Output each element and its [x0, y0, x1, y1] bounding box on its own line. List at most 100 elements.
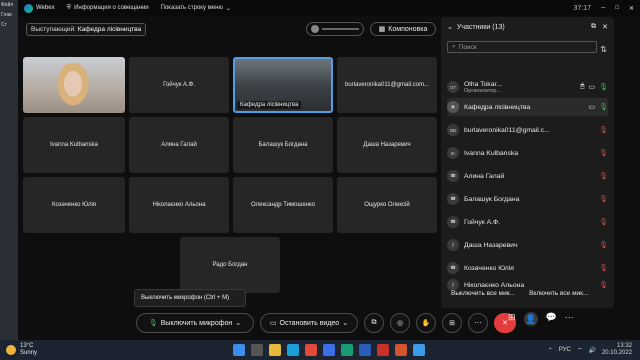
sort-icon[interactable]: ⇅: [600, 45, 607, 54]
tile-label: Ivanna Kulbanska: [50, 142, 98, 148]
weather-widget[interactable]: 13°C Sunny: [6, 343, 37, 357]
search-icon[interactable]: [251, 344, 264, 356]
participant-row[interactable]: ☎ Козаченко Юлія 🎙: [447, 259, 608, 277]
search-placeholder: Поиск: [458, 43, 477, 51]
minimize-icon[interactable]: ─: [601, 5, 605, 11]
layout-label: Компоновка: [388, 25, 428, 33]
participants-icon[interactable]: 👤: [523, 312, 538, 326]
share-button[interactable]: ⧉: [364, 313, 384, 333]
participant-row[interactable]: ◉ Кафедра лісівництва ▭ 🎙: [447, 98, 608, 116]
word-icon[interactable]: [359, 344, 372, 356]
video-tile[interactable]: Ніколаєнко Альона: [129, 177, 229, 233]
reactions-button[interactable]: ✋: [416, 313, 436, 333]
participant-search-input[interactable]: ⌕ Поиск: [447, 41, 597, 53]
microphone-muted-icon[interactable]: 🎙: [599, 195, 608, 203]
participant-row[interactable]: OT Olha Tokar... Организатор... 🖱 ▭ 🎙: [447, 78, 608, 96]
stop-video-button[interactable]: ▭ Остановить видео ⌄: [260, 313, 358, 333]
speaker-icon: 🖱: [580, 83, 585, 90]
tile-label: Алина Галай: [161, 142, 197, 148]
video-tile-active[interactable]: Кафедра лісівництва: [233, 57, 333, 113]
store-icon[interactable]: [323, 344, 336, 356]
phone-icon: ☎: [447, 193, 459, 205]
show-menu-button[interactable]: Показать строку меню ⌄: [161, 5, 231, 12]
start-icon[interactable]: [233, 344, 246, 356]
unmute-all-button[interactable]: Включить все мик...: [529, 290, 588, 297]
tile-label: Даша Назаревич: [363, 142, 411, 148]
speaker-name: Кафедра лісівництва: [77, 25, 142, 33]
microphone-icon[interactable]: 🎙: [599, 83, 608, 91]
video-tile[interactable]: Радо Богдан: [180, 237, 280, 293]
more-button[interactable]: ⋯: [468, 313, 488, 333]
active-speaker-label: Выступающий: Кафедра лісівництва: [26, 22, 147, 36]
microphone-muted-icon[interactable]: 🎙: [599, 281, 608, 289]
tile-label: Козаченко Юлія: [51, 202, 97, 208]
slider-knob[interactable]: [311, 25, 319, 33]
microphone-muted-icon[interactable]: 🎙: [599, 149, 608, 157]
close-icon[interactable]: ✕: [602, 23, 608, 31]
video-tile[interactable]: Ощурко Олексій: [337, 177, 437, 233]
background-app-strip: Файл Глав Ст: [0, 0, 18, 340]
volume-icon[interactable]: 🔊: [588, 347, 595, 354]
chrome-icon[interactable]: [305, 344, 318, 356]
meeting-info-button[interactable]: ⛨ Информация о совещании: [67, 5, 149, 12]
participant-row[interactable]: ☎ Гойчук А.Ф. 🎙: [447, 213, 608, 231]
video-tile[interactable]: Даша Назаревич: [337, 117, 437, 173]
participant-row[interactable]: BB burlaveronika011@gmail.c... 🎙: [447, 121, 608, 139]
video-tile[interactable]: Алина Галай: [129, 117, 229, 173]
close-icon[interactable]: ✕: [629, 5, 634, 12]
participant-name: Козаченко Юлія: [464, 264, 514, 272]
microphone-muted-icon[interactable]: 🎙: [599, 264, 608, 272]
more-icon[interactable]: ⋯: [565, 312, 574, 326]
photos-icon[interactable]: [413, 344, 426, 356]
microphone-muted-icon[interactable]: 🎙: [599, 126, 608, 134]
mute-button[interactable]: 🎙 Выключить микрофон ⌄: [136, 313, 254, 333]
avatar: ◉: [447, 101, 459, 113]
wifi-icon[interactable]: ⌔: [577, 346, 583, 354]
powerpoint-icon[interactable]: [395, 344, 408, 356]
webex-icon: [24, 3, 33, 13]
edge-icon[interactable]: [287, 344, 300, 356]
meeting-timer: 37:17: [573, 4, 592, 12]
participant-role: Организатор...: [464, 87, 502, 94]
chevron-down-icon[interactable]: ⌄: [447, 23, 453, 31]
record-button[interactable]: ◎: [390, 313, 410, 333]
maximize-icon[interactable]: □: [615, 5, 619, 11]
microphone-icon[interactable]: 🎙: [599, 103, 608, 111]
microphone-muted-icon[interactable]: 🎙: [599, 218, 608, 226]
participant-row[interactable]: ▯ Даша Назаревич 🎙: [447, 236, 608, 254]
mute-all-button[interactable]: Выключить все мик...: [451, 290, 515, 297]
chevron-down-icon[interactable]: ⌄: [235, 319, 241, 327]
webex-logo: Webex: [24, 3, 55, 13]
video-tile[interactable]: Гойчук А.Ф.: [129, 57, 229, 113]
video-tile[interactable]: [23, 57, 125, 113]
tile-label: Олександр Тимошенко: [251, 202, 315, 208]
pdf-icon[interactable]: [377, 344, 390, 356]
participant-row[interactable]: ☎ Алина Галай 🎙: [447, 167, 608, 185]
participant-name: Кафедра лісівництва: [464, 103, 531, 111]
video-tile[interactable]: Балашук Богдана: [233, 117, 333, 173]
avatar: IK: [447, 147, 459, 159]
view-size-slider[interactable]: [306, 22, 364, 36]
apps-button[interactable]: ⊞: [442, 313, 462, 333]
layout-button[interactable]: ▦ Компоновка: [370, 22, 436, 36]
language-indicator[interactable]: РУС: [559, 347, 571, 353]
explorer-icon[interactable]: [269, 344, 282, 356]
microphone-muted-icon[interactable]: 🎙: [599, 172, 608, 180]
microphone-muted-icon[interactable]: 🎙: [599, 241, 608, 249]
meeting-controls: 🎙 Выключить микрофон ⌄ ▭ Остановить видео ⌄ …: [136, 312, 516, 334]
time: 13:32: [616, 343, 632, 349]
participant-row[interactable]: IK Ivanna Kulbanska 🎙: [447, 144, 608, 162]
webex-icon[interactable]: [341, 344, 354, 356]
chevron-up-icon[interactable]: ⌃: [548, 347, 553, 354]
chevron-down-icon[interactable]: ⌄: [342, 319, 348, 327]
video-tile[interactable]: Козаченко Юлія: [23, 177, 125, 233]
participant-row[interactable]: ☎ Балашук Богдана 🎙: [447, 190, 608, 208]
app-name: Webex: [36, 5, 55, 11]
apps-grid-icon[interactable]: ⊞: [508, 312, 516, 326]
video-tile[interactable]: burlaveronika011@gmail.com...: [337, 57, 437, 113]
popout-icon[interactable]: ⧉: [591, 23, 596, 31]
video-tile[interactable]: Ivanna Kulbanska: [23, 117, 125, 173]
chat-icon[interactable]: 💬: [546, 312, 557, 326]
clock[interactable]: 13:32 20.10.2022: [602, 343, 632, 357]
video-tile[interactable]: Олександр Тимошенко: [233, 177, 333, 233]
